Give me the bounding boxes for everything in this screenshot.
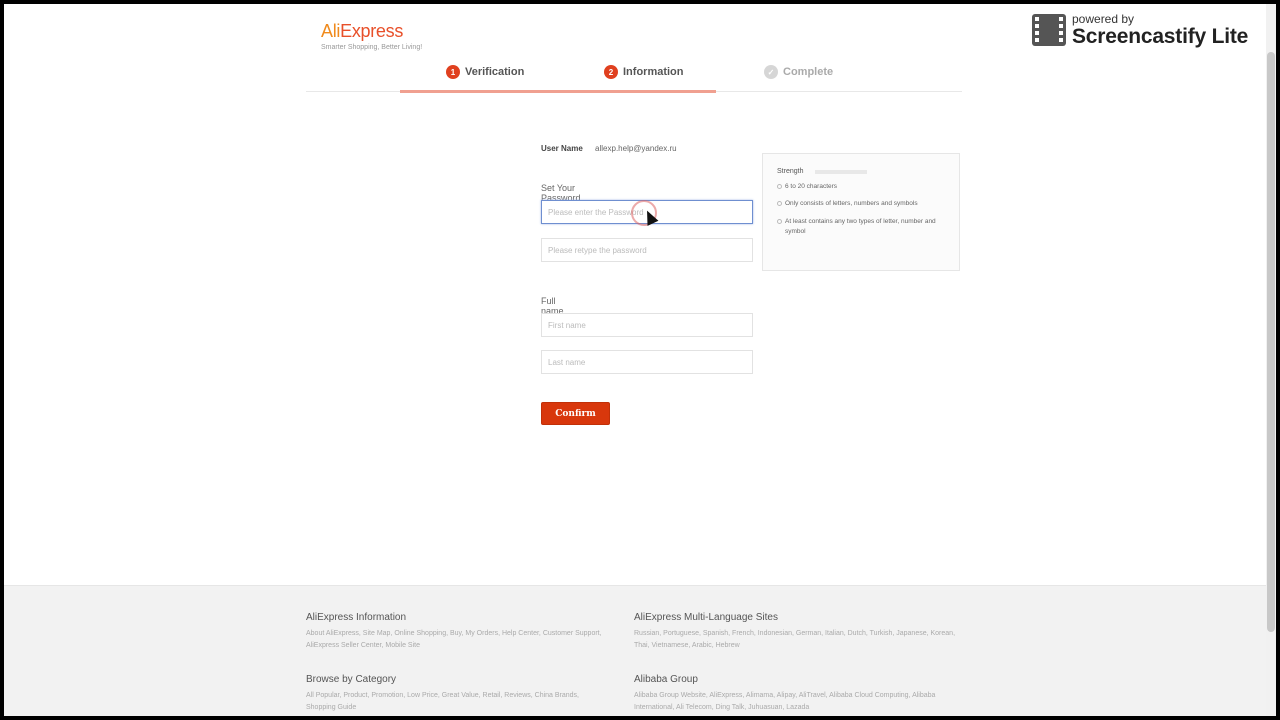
rule-text: Only consists of letters, numbers and sy…	[785, 200, 918, 208]
step-number: 1	[446, 65, 460, 79]
rule-text: 6 to 20 characters	[785, 183, 838, 190]
first-name-input[interactable]: First name	[541, 313, 753, 337]
check-icon: ✓	[764, 65, 778, 79]
aliexpress-logo[interactable]: AliExpress Smarter Shopping, Better Livi…	[321, 21, 422, 51]
strength-rule: At least contains any two types of lette…	[777, 217, 945, 238]
confirm-button[interactable]: Confirm	[541, 402, 610, 425]
footer-links[interactable]: About AliExpress, Site Map, Online Shopp…	[306, 628, 606, 652]
browser-viewport: AliExpress Smarter Shopping, Better Livi…	[4, 4, 1276, 716]
step-label: Verification	[465, 66, 525, 78]
password-strength-panel: Strength 6 to 20 characters Only consist…	[762, 153, 960, 271]
last-name-input[interactable]: Last name	[541, 350, 753, 374]
footer-section-title: Alibaba Group	[634, 674, 698, 685]
footer-section-title: AliExpress Multi-Language Sites	[634, 612, 778, 623]
circle-icon	[777, 201, 782, 207]
logo-tagline: Smarter Shopping, Better Living!	[321, 44, 423, 51]
footer-section: AliExpress Information About AliExpress,…	[306, 612, 606, 652]
strength-title: Strength	[777, 168, 804, 175]
strength-header: Strength	[777, 168, 945, 175]
retype-password-input[interactable]: Please retype the password	[541, 238, 753, 262]
footer-links[interactable]: Alibaba Group Website, AliExpress, Alima…	[634, 690, 960, 714]
circle-icon	[777, 218, 782, 224]
watermark-line1: powered by	[1072, 12, 1135, 26]
user-name-value: allexp.help@yandex.ru	[595, 144, 677, 153]
step-information: 2 Information	[604, 65, 684, 79]
step-label: Complete	[783, 66, 834, 78]
step-complete: ✓ Complete	[764, 65, 833, 79]
site-footer: AliExpress Information About AliExpress,…	[4, 585, 1266, 716]
watermark-line2: Screencastify Lite	[1072, 25, 1249, 48]
footer-links[interactable]: All Popular, Product, Promotion, Low Pri…	[306, 690, 606, 714]
step-number: 2	[604, 65, 618, 79]
footer-section: AliExpress Multi-Language Sites Russian,…	[634, 612, 960, 652]
user-name-row: User Name allexp.help@yandex.ru	[541, 144, 677, 153]
footer-links[interactable]: Russian, Portuguese, Spanish, French, In…	[634, 628, 960, 652]
screencastify-watermark: powered by Screencastify Lite	[1032, 12, 1248, 48]
film-strip-icon	[1032, 14, 1066, 46]
user-name-label: User Name	[541, 144, 583, 153]
registration-steps: 1 Verification 2 Information ✓ Complete	[306, 62, 962, 93]
step-verification: 1 Verification	[446, 65, 524, 79]
step-label: Information	[623, 66, 684, 78]
footer-section-title: Browse by Category	[306, 674, 397, 685]
rule-text: At least contains any two types of lette…	[785, 217, 936, 236]
circle-icon	[777, 184, 782, 189]
logo-express: Express	[340, 21, 404, 41]
strength-rule: 6 to 20 characters	[777, 182, 945, 192]
footer-section: Browse by Category All Popular, Product,…	[306, 674, 606, 714]
logo-wordmark: AliExpress	[321, 21, 422, 42]
step-progress-bar	[400, 90, 716, 93]
footer-section: Alibaba Group Alibaba Group Website, Ali…	[634, 674, 960, 714]
strength-meter	[815, 169, 868, 174]
strength-rule: Only consists of letters, numbers and sy…	[777, 199, 945, 209]
page-scrollbar[interactable]	[1266, 4, 1276, 716]
footer-section-title: AliExpress Information	[306, 612, 407, 623]
watermark-text: powered by Screencastify Lite	[1072, 12, 1248, 48]
scrollbar-thumb[interactable]	[1267, 52, 1275, 632]
logo-ali: Ali	[321, 21, 341, 41]
